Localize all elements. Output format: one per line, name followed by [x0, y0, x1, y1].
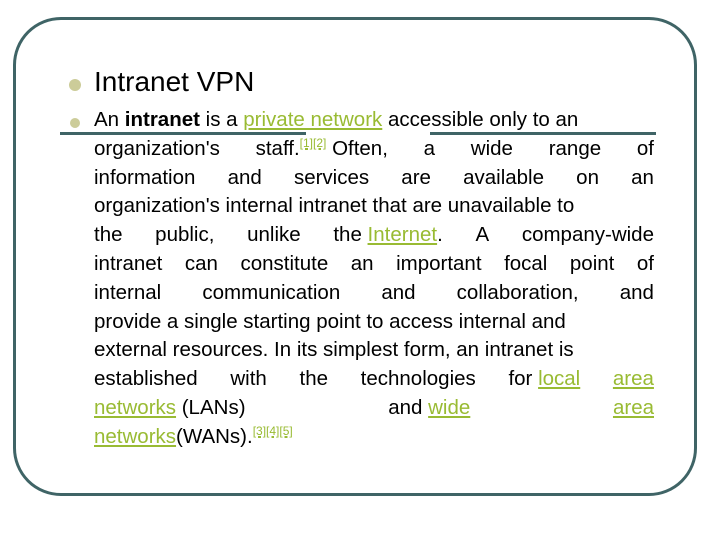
- word: the Internet.: [333, 221, 442, 250]
- word: with: [230, 367, 267, 391]
- slide-title: Intranet VPN: [94, 66, 255, 97]
- word: of: [636, 136, 654, 160]
- word: unlike: [247, 223, 301, 247]
- word: company-wide: [521, 223, 654, 247]
- word: on: [576, 165, 599, 189]
- word: organization's: [94, 136, 220, 160]
- word: Often,: [332, 136, 388, 160]
- word: range: [548, 136, 602, 160]
- citation-link[interactable]: [1][2]: [300, 136, 327, 150]
- link-internet[interactable]: Internet: [368, 223, 438, 246]
- text-line: networks (LANs) and wide area: [94, 394, 654, 423]
- link-local-area-networks[interactable]: area: [613, 365, 654, 394]
- word: (LANs): [181, 395, 246, 419]
- word: are: [401, 165, 431, 189]
- word: public,: [155, 223, 215, 247]
- word: technologies: [360, 367, 476, 391]
- text: An: [94, 108, 125, 131]
- text-line: organization's staff.[1][2] Often, a wid…: [94, 135, 654, 164]
- text: is a: [199, 108, 244, 131]
- word: point: [569, 251, 615, 275]
- word: and: [227, 165, 262, 189]
- word: established: [94, 367, 198, 391]
- word: focal: [504, 251, 548, 275]
- word: .: [437, 223, 443, 247]
- word: of: [636, 251, 654, 275]
- word: the: [94, 223, 123, 247]
- bullet-icon: [69, 79, 81, 91]
- link-wide-area-networks[interactable]: networks: [94, 425, 176, 448]
- word: for: [508, 367, 533, 391]
- text-line: provide a single starting point to acces…: [94, 309, 566, 333]
- word: for local: [508, 365, 580, 394]
- word: internal: [94, 280, 162, 304]
- word: available: [463, 165, 545, 189]
- word: communication: [202, 280, 341, 304]
- text-line: established with the technologies for lo…: [94, 365, 654, 394]
- word: constitute: [240, 251, 329, 275]
- text: accessible only to an: [382, 108, 579, 131]
- link-local-area-networks[interactable]: networks: [94, 396, 176, 419]
- link-wide-area-networks[interactable]: wide: [428, 396, 470, 419]
- word: and: [388, 395, 423, 419]
- text-line: networks(WANs).[3][4][5]: [94, 423, 654, 452]
- text-line: internal communication and collaboration…: [94, 279, 654, 308]
- text-line: information and services are available o…: [94, 164, 654, 193]
- word: wide: [470, 136, 513, 160]
- word: and wide: [388, 394, 470, 423]
- citation-link[interactable]: [3][4][5]: [253, 424, 293, 438]
- word: an: [631, 165, 654, 189]
- word: staff.[1][2] Often,: [256, 135, 388, 164]
- word: the: [299, 367, 329, 391]
- text-line: external resources. In its simplest form…: [94, 338, 574, 362]
- word: an: [350, 251, 374, 275]
- word: the: [333, 223, 362, 247]
- word: staff.: [255, 136, 300, 160]
- word: a: [423, 136, 436, 160]
- word: services: [293, 165, 370, 189]
- body-paragraph: An intranet is a private network accessi…: [94, 106, 654, 452]
- word: information: [94, 165, 196, 189]
- bullet-icon: [70, 118, 80, 128]
- text-line: intranet can constitute an important foc…: [94, 250, 654, 279]
- link-private-network[interactable]: private network: [243, 108, 382, 131]
- word: important: [396, 251, 482, 275]
- word: can: [184, 251, 218, 275]
- word: networks (LANs): [94, 394, 246, 423]
- link-wide-area-networks[interactable]: area: [613, 394, 654, 423]
- word: and: [381, 280, 416, 304]
- text-line: the public, unlike the Internet. A compa…: [94, 221, 654, 250]
- word: intranet: [94, 251, 163, 275]
- link-local-area-networks[interactable]: local: [538, 367, 580, 390]
- word: collaboration,: [456, 280, 579, 304]
- text-line: An intranet is a private network accessi…: [94, 106, 654, 135]
- bold-term: intranet: [124, 108, 200, 131]
- word: A: [475, 223, 490, 247]
- word: (WANs).: [176, 424, 253, 448]
- word: and: [619, 280, 654, 304]
- text-line: organization's internal intranet that ar…: [94, 194, 575, 218]
